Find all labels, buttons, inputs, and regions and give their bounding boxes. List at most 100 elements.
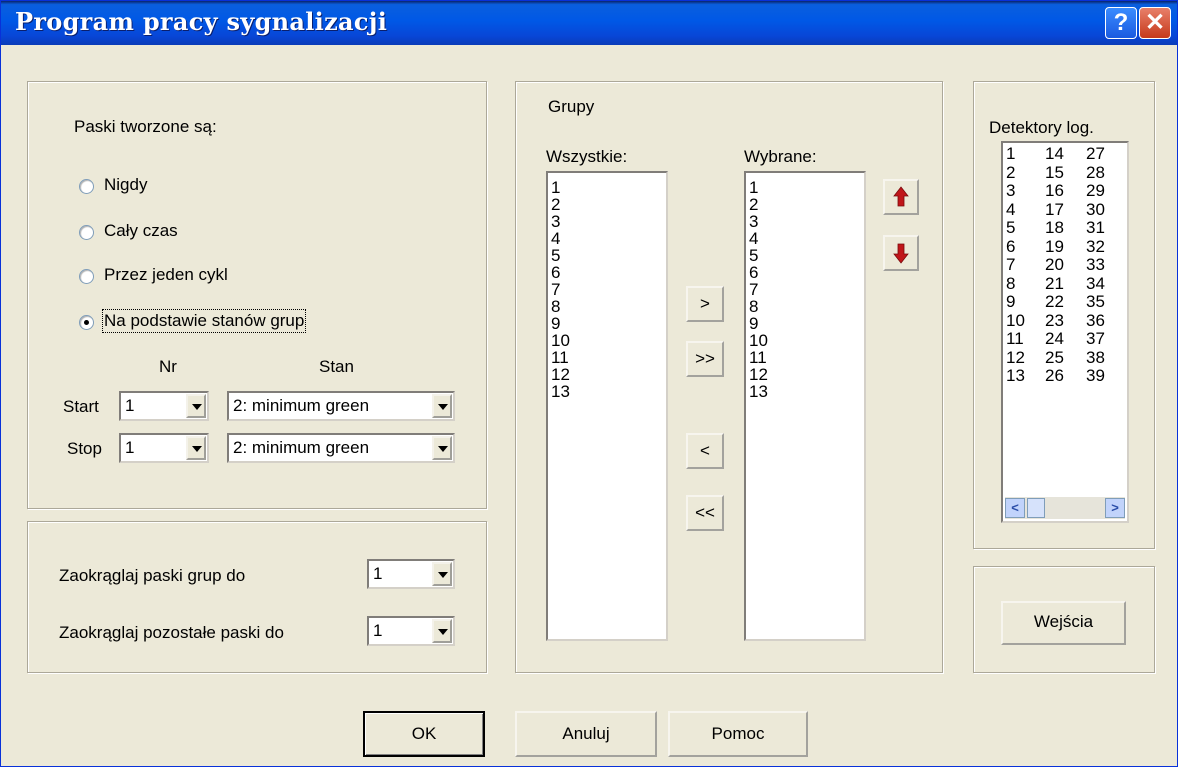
list-item[interactable]: 38	[1086, 348, 1105, 368]
list-item[interactable]: 9	[746, 315, 864, 332]
list-item[interactable]: 10	[1006, 311, 1025, 331]
list-item[interactable]: 6	[548, 264, 666, 281]
round-groups-select[interactable]: 1	[367, 559, 455, 589]
stop-stan-select[interactable]: 2: minimum green	[227, 433, 455, 463]
chevron-down-icon[interactable]	[186, 436, 206, 460]
radio-stany-grup-label[interactable]: Na podstawie stanów grup	[101, 309, 307, 333]
ok-button[interactable]: OK	[363, 711, 485, 757]
close-icon[interactable]: ✕	[1139, 7, 1171, 39]
title-bar[interactable]: Program pracy sygnalizacji ? ✕	[1, 1, 1177, 45]
list-item[interactable]: 5	[1006, 218, 1025, 238]
list-item[interactable]: 15	[1045, 163, 1064, 183]
remove-group-button[interactable]: <	[686, 433, 724, 469]
list-item[interactable]: 12	[746, 366, 864, 383]
list-item[interactable]: 25	[1045, 348, 1064, 368]
radio-nigdy[interactable]	[79, 179, 94, 194]
list-item[interactable]: 26	[1045, 366, 1064, 386]
chevron-down-icon[interactable]	[432, 562, 452, 586]
list-item[interactable]: 17	[1045, 200, 1064, 220]
list-item[interactable]: 2	[1006, 163, 1025, 183]
list-item[interactable]: 16	[1045, 181, 1064, 201]
list-item[interactable]: 24	[1045, 329, 1064, 349]
list-item[interactable]: 12	[548, 366, 666, 383]
list-item[interactable]: 12	[1006, 348, 1025, 368]
radio-caly-czas-label[interactable]: Cały czas	[104, 221, 178, 241]
list-item[interactable]: 11	[548, 349, 666, 366]
remove-all-groups-button[interactable]: <<	[686, 495, 724, 531]
list-item[interactable]: 10	[746, 332, 864, 349]
list-item[interactable]: 8	[746, 298, 864, 315]
list-item[interactable]: 7	[1006, 255, 1025, 275]
list-item[interactable]: 23	[1045, 311, 1064, 331]
radio-jeden-cykl-label[interactable]: Przez jeden cykl	[104, 265, 228, 285]
scroll-left-icon[interactable]: <	[1005, 498, 1025, 518]
selected-groups-list[interactable]: 1 2 3 4 5 6 7 8 9 10 11 12 13	[744, 171, 866, 641]
list-item[interactable]: 35	[1086, 292, 1105, 312]
add-group-button[interactable]: >	[686, 286, 724, 322]
list-item[interactable]: 4	[548, 230, 666, 247]
list-item[interactable]: 8	[548, 298, 666, 315]
help-icon[interactable]: ?	[1105, 7, 1137, 39]
chevron-down-icon[interactable]	[432, 394, 452, 418]
list-item[interactable]: 1	[746, 179, 864, 196]
list-item[interactable]: 6	[1006, 237, 1025, 257]
list-item[interactable]: 31	[1086, 218, 1105, 238]
list-item[interactable]: 39	[1086, 366, 1105, 386]
scroll-right-icon[interactable]: >	[1105, 498, 1125, 518]
list-item[interactable]: 5	[746, 247, 864, 264]
chevron-down-icon[interactable]	[432, 619, 452, 643]
detektory-list[interactable]: 1 2 3 4 5 6 7 8 9 10 11 12 13 14 15 16 1…	[1001, 141, 1129, 523]
list-item[interactable]: 6	[746, 264, 864, 281]
list-item[interactable]: 8	[1006, 274, 1025, 294]
chevron-down-icon[interactable]	[432, 436, 452, 460]
cancel-button[interactable]: Anuluj	[515, 711, 657, 757]
horizontal-scrollbar[interactable]: < >	[1005, 497, 1125, 519]
round-others-select[interactable]: 1	[367, 616, 455, 646]
radio-nigdy-label[interactable]: Nigdy	[104, 175, 147, 195]
list-item[interactable]: 22	[1045, 292, 1064, 312]
all-groups-list[interactable]: 1 2 3 4 5 6 7 8 9 10 11 12 13	[546, 171, 668, 641]
start-stan-select[interactable]: 2: minimum green	[227, 391, 455, 421]
move-down-button[interactable]	[883, 235, 919, 271]
list-item[interactable]: 27	[1086, 144, 1105, 164]
list-item[interactable]: 29	[1086, 181, 1105, 201]
list-item[interactable]: 2	[746, 196, 864, 213]
list-item[interactable]: 1	[1006, 144, 1025, 164]
list-item[interactable]: 11	[746, 349, 864, 366]
list-item[interactable]: 37	[1086, 329, 1105, 349]
list-item[interactable]: 4	[746, 230, 864, 247]
list-item[interactable]: 13	[548, 383, 666, 400]
list-item[interactable]: 28	[1086, 163, 1105, 183]
move-up-button[interactable]	[883, 179, 919, 215]
list-item[interactable]: 20	[1045, 255, 1064, 275]
list-item[interactable]: 33	[1086, 255, 1105, 275]
scroll-thumb[interactable]	[1027, 498, 1045, 518]
list-item[interactable]: 9	[1006, 292, 1025, 312]
list-item[interactable]: 14	[1045, 144, 1064, 164]
list-item[interactable]: 19	[1045, 237, 1064, 257]
list-item[interactable]: 3	[548, 213, 666, 230]
list-item[interactable]: 1	[548, 179, 666, 196]
list-item[interactable]: 4	[1006, 200, 1025, 220]
list-item[interactable]: 30	[1086, 200, 1105, 220]
list-item[interactable]: 7	[746, 281, 864, 298]
list-item[interactable]: 10	[548, 332, 666, 349]
list-item[interactable]: 2	[548, 196, 666, 213]
stop-nr-select[interactable]: 1	[119, 433, 209, 463]
radio-caly-czas[interactable]	[79, 225, 94, 240]
wejscia-button[interactable]: Wejścia	[1001, 601, 1126, 645]
list-item[interactable]: 36	[1086, 311, 1105, 331]
list-item[interactable]: 5	[548, 247, 666, 264]
chevron-down-icon[interactable]	[186, 394, 206, 418]
radio-stany-grup[interactable]	[79, 315, 94, 330]
help-button[interactable]: Pomoc	[668, 711, 808, 757]
list-item[interactable]: 11	[1006, 329, 1025, 349]
list-item[interactable]: 21	[1045, 274, 1064, 294]
list-item[interactable]: 13	[1006, 366, 1025, 386]
list-item[interactable]: 13	[746, 383, 864, 400]
list-item[interactable]: 3	[1006, 181, 1025, 201]
list-item[interactable]: 32	[1086, 237, 1105, 257]
start-nr-select[interactable]: 1	[119, 391, 209, 421]
radio-jeden-cykl[interactable]	[79, 269, 94, 284]
list-item[interactable]: 7	[548, 281, 666, 298]
